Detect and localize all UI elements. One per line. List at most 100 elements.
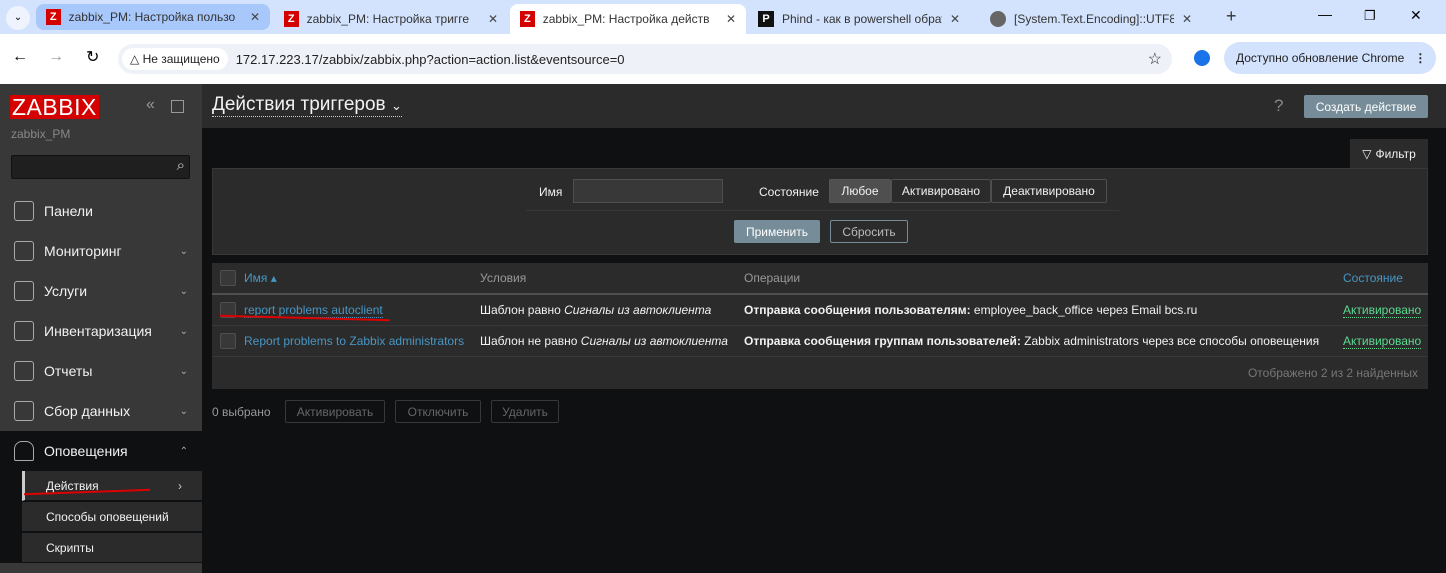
browser-tab-bar: ⌄ Zzabbix_PM: Настройка пользо ✕ Zzabbix_… [0, 0, 1446, 34]
table-header: Имя ▴ Условия Операции Состояние [212, 263, 1428, 295]
operation-detail: Zabbix administrators через все способы … [1020, 334, 1320, 348]
sidebar-item-data-collection[interactable]: Сбор данных ⌄ [0, 391, 202, 431]
filter-tab[interactable]: ▽ Фильтр [1350, 139, 1428, 169]
menu-dots-icon[interactable]: ⋮ [1414, 51, 1426, 65]
security-chip[interactable]: △ Не защищено [122, 48, 228, 70]
browser-tab[interactable]: Zzabbix_PM: Настройка тригге ✕ [274, 4, 508, 34]
chevron-down-icon: ⌄ [179, 405, 188, 417]
chevron-down-icon: ⌄ [179, 285, 188, 297]
condition-text: Шаблон не равно [480, 334, 581, 348]
tab-title: zabbix_PM: Настройка пользо [68, 10, 236, 24]
chevron-down-icon: ⌄ [179, 325, 188, 337]
state-any-button[interactable]: Любое [829, 179, 891, 203]
kiosk-mode-icon[interactable] [171, 100, 184, 113]
table-footer-count: Отображено 2 из 2 найденных [1247, 366, 1418, 380]
chevron-down-icon: ⌄ [390, 98, 402, 113]
filter-panel: Имя Состояние Любое Активировано Деактив… [212, 168, 1428, 255]
security-label: Не защищено [142, 52, 220, 66]
selected-count: 0 выбрано [212, 405, 271, 419]
chrome-update-button[interactable]: Доступно обновление Chrome ⋮ [1224, 42, 1436, 74]
submenu-label: Скрипты [46, 540, 94, 555]
tab-title: zabbix_PM: Настройка действ [542, 12, 710, 26]
status-toggle[interactable]: Активировано [1343, 303, 1422, 318]
tab-title: [System.Text.Encoding]::UTF8.G [1014, 12, 1174, 26]
operation-type: Отправка сообщения пользователям: [744, 303, 971, 317]
name-filter-input[interactable] [573, 179, 723, 203]
status-toggle[interactable]: Активировано [1343, 334, 1422, 349]
sidebar-item-label: Услуги [44, 283, 88, 299]
disable-button[interactable]: Отключить [395, 400, 481, 423]
state-disabled-button[interactable]: Деактивировано [991, 179, 1107, 203]
delete-button[interactable]: Удалить [491, 400, 559, 423]
sidebar-item-label: Сбор данных [44, 403, 131, 419]
operation-detail: employee_back_office через Email bcs.ru [970, 303, 1198, 317]
submenu-item-actions[interactable]: Действия › [22, 471, 202, 501]
browser-tab[interactable]: P Phind - как в powershell обрат ✕ [748, 4, 974, 34]
new-tab-button[interactable]: + [1226, 6, 1237, 27]
filter-icon: ▽ [1362, 147, 1372, 161]
reports-icon [14, 361, 34, 381]
close-tab-icon[interactable]: ✕ [488, 12, 498, 26]
page-title-text: Действия триггеров [212, 94, 386, 115]
sidebar-item-monitoring[interactable]: Мониторинг ⌄ [0, 231, 202, 271]
server-name: zabbix_PM [11, 127, 71, 141]
profile-icon[interactable] [1194, 50, 1210, 66]
conditions-column-header: Условия [480, 271, 527, 285]
close-tab-icon[interactable]: ✕ [726, 12, 736, 26]
operation-type: Отправка сообщения группам пользователей… [744, 334, 1021, 348]
monitoring-icon [14, 241, 34, 261]
url-bar[interactable]: △ Не защищено 172.17.223.17/zabbix/zabbi… [118, 44, 1172, 74]
close-tab-icon[interactable]: ✕ [1182, 12, 1192, 26]
search-icon[interactable]: ⌕ [177, 157, 185, 174]
browser-tab[interactable]: Zzabbix_PM: Настройка пользо ✕ [36, 4, 270, 30]
close-window-button[interactable]: ✕ [1410, 7, 1422, 24]
reload-button[interactable]: ↻ [86, 47, 99, 67]
chevron-down-icon: ⌄ [179, 365, 188, 377]
state-filter-label: Состояние [759, 185, 819, 199]
submenu-label: Способы оповещений [46, 509, 169, 524]
select-all-checkbox[interactable] [220, 270, 236, 286]
close-tab-icon[interactable]: ✕ [950, 12, 960, 26]
sidebar-item-dashboards[interactable]: Панели [0, 191, 202, 231]
enable-button[interactable]: Активировать [285, 400, 385, 423]
operations-column-header: Операции [744, 271, 801, 285]
chevron-up-icon: ⌃ [179, 445, 188, 457]
zabbix-logo[interactable]: ZABBIX [10, 95, 99, 119]
sidebar-item-alerts[interactable]: Оповещения ⌃ [0, 431, 202, 471]
forward-button[interactable]: → [48, 48, 64, 66]
zabbix-favicon: Z [520, 11, 535, 27]
row-checkbox[interactable] [220, 333, 236, 349]
data-collection-icon [14, 401, 34, 421]
status-column-header[interactable]: Состояние [1343, 271, 1403, 285]
name-filter-label: Имя [539, 185, 563, 199]
collapse-sidebar-icon[interactable]: « [146, 96, 155, 114]
table-row: Report problems to Zabbix administrators… [212, 326, 1428, 357]
apply-button[interactable]: Применить [734, 220, 820, 243]
sidebar-item-inventory[interactable]: Инвентаризация ⌄ [0, 311, 202, 351]
browser-tab[interactable]: [System.Text.Encoding]::UTF8.G ✕ [980, 4, 1210, 34]
restore-button[interactable]: ❐ [1364, 8, 1376, 24]
page-title[interactable]: Действия триггеров ⌄ [212, 94, 402, 117]
sidebar-item-services[interactable]: Услуги ⌄ [0, 271, 202, 311]
browser-tab-active[interactable]: Zzabbix_PM: Настройка действ ✕ [510, 4, 746, 34]
help-icon[interactable]: ? [1274, 96, 1283, 116]
bell-icon [14, 441, 34, 461]
bookmark-star-icon[interactable]: ☆ [1148, 49, 1162, 69]
name-column-header[interactable]: Имя ▴ [244, 271, 277, 285]
action-name-link[interactable]: Report problems to Zabbix administrators [244, 334, 464, 348]
sidebar-search-input[interactable]: ⌕ [11, 155, 190, 179]
submenu-item-scripts[interactable]: Скрипты [22, 533, 202, 563]
minimize-button[interactable]: — [1318, 6, 1332, 22]
sidebar-item-label: Отчеты [44, 363, 93, 379]
close-tab-icon[interactable]: ✕ [250, 10, 260, 24]
submenu-item-media-types[interactable]: Способы оповещений [22, 502, 202, 532]
state-enabled-button[interactable]: Активировано [891, 179, 991, 203]
sidebar-item-reports[interactable]: Отчеты ⌄ [0, 351, 202, 391]
inventory-icon [14, 321, 34, 341]
create-action-button[interactable]: Создать действие [1304, 95, 1428, 118]
table-row: report problems autoclient Шаблон равно … [212, 295, 1428, 326]
reset-button[interactable]: Сбросить [830, 220, 908, 243]
back-button[interactable]: ← [12, 48, 28, 66]
tab-search-button[interactable]: ⌄ [6, 6, 30, 30]
dashboard-icon [14, 201, 34, 221]
